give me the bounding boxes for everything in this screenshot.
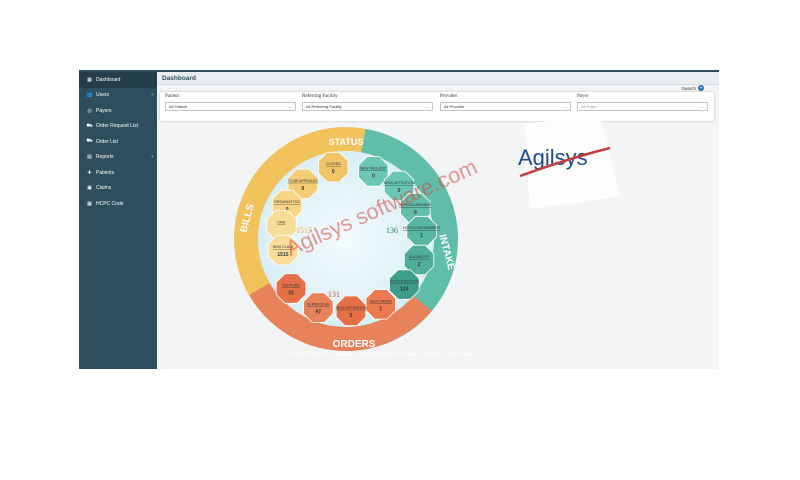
orders-label: ORDERS bbox=[333, 339, 376, 350]
stage-count: 0 bbox=[372, 173, 375, 179]
stage-tile[interactable] bbox=[318, 151, 349, 183]
chevron-down-icon: ⌄ bbox=[563, 104, 567, 109]
stage-label: TO BE APPEALED bbox=[288, 179, 319, 183]
stage-label: IN PROCESS bbox=[307, 303, 330, 307]
chevron-right-icon: › bbox=[151, 154, 153, 161]
stage-tile[interactable] bbox=[335, 295, 367, 327]
filter-payer: Payer All Payer ⌄ bbox=[577, 94, 708, 111]
filter-panel: Patient All Patient ⌄ Referring Facility … bbox=[160, 92, 714, 121]
sidebar-item-label: Claims bbox=[96, 185, 112, 192]
patient-select[interactable]: All Patient ⌄ bbox=[165, 102, 296, 111]
stage-tile[interactable] bbox=[406, 215, 437, 247]
referring-facility-select-value: All Referring Facility bbox=[306, 104, 342, 109]
sidebar-item-claims[interactable]: ▣ Claims bbox=[79, 181, 157, 197]
chevron-down-icon: ⌄ bbox=[700, 104, 704, 109]
stage-label: AUTHORIZATION bbox=[390, 280, 419, 284]
provider-select[interactable]: All Provider ⌄ bbox=[440, 102, 571, 111]
chevron-right-icon: › bbox=[151, 92, 153, 99]
status-wheel: STATUSINTAKEORDERSBILLS 1361311515CLOSED0… bbox=[233, 126, 458, 351]
stage-label: CLOSED bbox=[326, 162, 341, 166]
patient-select-value: All Patient bbox=[169, 104, 188, 109]
stage-count: 0 bbox=[302, 186, 305, 192]
reports-icon: ▤ bbox=[87, 154, 92, 161]
sidebar-item-reports[interactable]: ▤ Reports › bbox=[79, 150, 157, 166]
sidebar-item-payers[interactable]: ◎ Payers bbox=[79, 103, 157, 119]
stage-count: 124 bbox=[400, 287, 409, 293]
sidebar-item-label: Users bbox=[96, 92, 110, 99]
stage-label: RESUBMITTED bbox=[274, 200, 300, 204]
filter-patient-label: Patient bbox=[165, 94, 179, 99]
stage-tile[interactable] bbox=[365, 289, 396, 320]
filter-referring-facility-label: Referring Facility bbox=[302, 94, 338, 99]
sidebar-item-order-list[interactable]: ⛟ Order List bbox=[79, 134, 157, 150]
chevron-down-icon: ⌄ bbox=[288, 104, 292, 109]
stage-label: PAID bbox=[277, 220, 286, 224]
sidebar-item-label: Patients bbox=[96, 169, 115, 176]
sidebar-item-label: HCPC Code bbox=[96, 200, 124, 207]
stage-count: 9 bbox=[414, 210, 417, 216]
payer-select[interactable]: All Payer ⌄ bbox=[577, 102, 708, 111]
chevron-down-icon: ⌄ bbox=[425, 104, 429, 109]
stage-label: NEW REQUEST bbox=[360, 166, 388, 170]
stage-count: 0 bbox=[332, 169, 335, 175]
stage-count: 0 bbox=[350, 313, 353, 319]
order-list-icon: ⛟ bbox=[86, 138, 93, 145]
payers-icon: ◎ bbox=[87, 107, 92, 114]
search-icon: ➜ bbox=[698, 85, 704, 91]
claims-icon: ▣ bbox=[87, 185, 92, 192]
sidebar-item-users[interactable]: 👥 Users › bbox=[79, 88, 157, 104]
sidebar-item-label: Order Request List bbox=[96, 123, 138, 130]
search-button[interactable]: Search ➜ bbox=[682, 85, 704, 91]
referring-facility-select[interactable]: All Referring Facility ⌄ bbox=[302, 102, 433, 111]
patients-icon: ✚ bbox=[87, 169, 92, 176]
filter-provider: Provider All Provider ⌄ bbox=[440, 94, 571, 111]
dashboard-icon: ▦ bbox=[87, 76, 92, 83]
stage-label: SUPPLIED bbox=[282, 284, 300, 288]
stage-count: 1515 bbox=[277, 252, 288, 258]
sidebar-item-label: Payers bbox=[96, 107, 112, 114]
filter-payer-label: Payer bbox=[577, 94, 589, 99]
status-title: STATUS bbox=[329, 137, 364, 147]
stage-count: 1 bbox=[420, 233, 423, 239]
order-request-icon: ⛟ bbox=[86, 122, 93, 129]
stage-tile[interactable] bbox=[275, 273, 307, 304]
filter-referring-facility: Referring Facility All Referring Facilit… bbox=[302, 94, 433, 111]
stage-count: 2 bbox=[418, 262, 421, 268]
sidebar-item-dashboard[interactable]: ▦ Dashboard bbox=[79, 72, 157, 88]
agilsys-logo: Agilsys bbox=[518, 118, 620, 208]
page-title: Dashboard bbox=[157, 72, 719, 85]
sidebar-item-label: Reports bbox=[96, 154, 114, 161]
search-label: Search bbox=[681, 85, 696, 91]
sidebar-item-order-request-list[interactable]: ⛟ Order Request List bbox=[79, 119, 157, 135]
stage-count: 33 bbox=[288, 291, 294, 297]
sidebar-item-hcpc-code[interactable]: ▦ HCPC Code bbox=[79, 196, 157, 212]
stage-count: 1 bbox=[379, 306, 382, 312]
hcpc-icon: ▦ bbox=[87, 200, 92, 207]
stage-count: 97 bbox=[315, 310, 321, 316]
stage-label: HCPCS ASSIGNMENT bbox=[403, 226, 441, 230]
stage-label: NEED ATTENTION bbox=[336, 306, 367, 310]
watermark-footer: Protected with free version of Watermark… bbox=[287, 352, 475, 358]
sidebar-item-label: Dashboard bbox=[96, 76, 121, 83]
payer-select-value: All Payer bbox=[581, 104, 598, 109]
provider-select-value: All Provider bbox=[444, 104, 465, 109]
users-icon: 👥 bbox=[86, 92, 93, 99]
filter-provider-label: Provider bbox=[440, 94, 458, 99]
stage-tile[interactable] bbox=[303, 292, 334, 323]
stage-tile[interactable] bbox=[389, 269, 420, 300]
intake-total: 136 bbox=[386, 226, 398, 235]
sidebar: ▦ Dashboard 👥 Users › ◎ Payers ⛟ Order Request L… bbox=[79, 72, 157, 369]
stage-label: ELIGIBILITY bbox=[409, 255, 430, 259]
sidebar-item-patients[interactable]: ✚ Patients bbox=[79, 165, 157, 181]
sidebar-item-label: Order List bbox=[96, 138, 118, 145]
filter-patient: Patient All Patient ⌄ bbox=[165, 94, 296, 111]
stage-label: NEW ORDER bbox=[370, 299, 393, 303]
